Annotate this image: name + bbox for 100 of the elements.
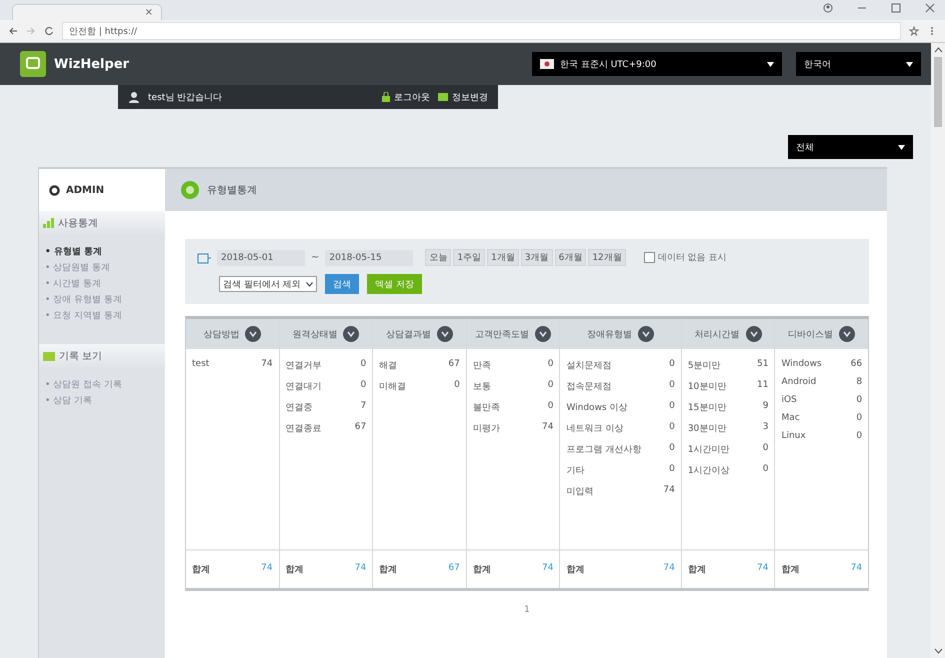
- table-cell: Mac: [781, 413, 800, 423]
- table-cell-text: 네트워크 이상: [566, 423, 624, 435]
- download-icon[interactable]: [437, 326, 454, 342]
- download-icon[interactable]: [343, 326, 360, 342]
- chevron-down-icon: [306, 282, 313, 286]
- table-cell-text: 미해결: [379, 381, 406, 393]
- user-icon: [128, 91, 140, 103]
- range-separator: ~: [311, 252, 320, 263]
- table-cell-text: 0: [669, 422, 675, 434]
- table-cell: 0: [856, 395, 862, 405]
- table-cell-text: 설치문제점: [566, 360, 612, 372]
- reload-icon[interactable]: [44, 26, 54, 36]
- date-to-field[interactable]: 2018-05-15: [325, 250, 414, 266]
- scroll-down-icon[interactable]: [934, 648, 942, 654]
- download-icon[interactable]: [839, 326, 856, 342]
- table-cell-text: 3: [762, 422, 768, 434]
- column-header: 디바이스별: [788, 328, 834, 340]
- table-cell-text: 67: [354, 422, 366, 434]
- timezone-select[interactable]: 한국 표준시 UTC+9:00: [532, 52, 782, 76]
- back-icon[interactable]: [8, 26, 18, 36]
- table-cell: Android: [781, 377, 816, 387]
- table-cell-text: 미평가: [472, 423, 500, 435]
- table-cell-text: 0: [669, 359, 675, 371]
- table-cell-text: 미입력: [566, 486, 594, 498]
- column-header: 원격상태별: [292, 328, 338, 340]
- address-bar[interactable]: 안전함 | https://: [62, 22, 901, 40]
- edit-info-link[interactable]: 정보변경: [438, 90, 488, 104]
- total-label: 합계: [286, 564, 304, 576]
- total-value: 74: [663, 563, 675, 575]
- table-cell-text: 10분미만: [688, 381, 726, 393]
- table-cell-text: 0: [762, 464, 768, 476]
- table-cell: iOS: [781, 395, 797, 405]
- date-from-field[interactable]: 2018-05-01: [217, 250, 305, 266]
- table-cell: test: [192, 359, 210, 369]
- period-button[interactable]: 12개월: [588, 249, 626, 266]
- scroll-up-icon[interactable]: [934, 47, 942, 53]
- table-cell-text: 7: [360, 401, 366, 413]
- close-icon[interactable]: [925, 2, 935, 12]
- scope-select[interactable]: 전체: [788, 135, 913, 159]
- download-icon[interactable]: [535, 326, 552, 342]
- table-cell: 8: [856, 377, 862, 387]
- sidebar-item[interactable]: • 유형별 통계: [45, 245, 165, 258]
- total-value: 74: [850, 563, 862, 575]
- checkbox[interactable]: [644, 252, 655, 263]
- calendar-icon[interactable]: [197, 252, 211, 264]
- account-icon[interactable]: [823, 2, 833, 12]
- total-value: 74: [756, 563, 768, 575]
- table-cell-text: 0: [360, 380, 366, 392]
- download-icon[interactable]: [746, 326, 762, 342]
- total-label: 합계: [688, 564, 706, 576]
- scrollbar[interactable]: [931, 43, 945, 658]
- logout-link[interactable]: 로그아웃: [382, 90, 430, 104]
- bar-chart-icon: [43, 218, 54, 228]
- table-cell-text: 1시간이상: [688, 465, 730, 477]
- table-cell: 74: [261, 359, 273, 369]
- period-button[interactable]: 1주일: [453, 249, 486, 266]
- total-label: 합계: [379, 564, 398, 576]
- period-button[interactable]: 오늘: [425, 249, 452, 266]
- table-cell-text: 0: [669, 401, 675, 413]
- page-link[interactable]: 1: [524, 605, 530, 615]
- star-icon[interactable]: [909, 26, 919, 36]
- filter-select[interactable]: 검색 필터에서 제외: [219, 276, 317, 292]
- total-value: 74: [261, 563, 273, 575]
- browser-tab[interactable]: ×: [12, 4, 162, 20]
- table-cell-text: 15분미만: [688, 402, 726, 414]
- column-header: 상담결과별: [386, 328, 432, 340]
- table-cell-text: 접속문제점: [566, 381, 612, 393]
- lock-icon: [382, 92, 390, 102]
- column-header: 상담방법: [203, 328, 240, 340]
- table-cell-text: 프로그램 개선사항: [566, 444, 642, 456]
- table-cell-text: 불만족: [472, 402, 500, 414]
- maximize-icon[interactable]: [891, 2, 901, 12]
- table-cell: 0: [856, 431, 862, 441]
- period-button[interactable]: 6개월: [554, 249, 586, 266]
- table-cell-text: 0: [548, 380, 554, 392]
- download-icon[interactable]: [245, 326, 262, 342]
- table-cell-text: 9: [762, 401, 768, 413]
- table-cell-text: 0: [669, 380, 675, 392]
- logo-text: WizHelper: [54, 56, 130, 72]
- table-cell-text: 74: [663, 485, 675, 497]
- total-label: 합계: [566, 564, 584, 576]
- table-cell-text: 0: [360, 359, 366, 371]
- period-button[interactable]: 3개월: [520, 249, 553, 266]
- table-cell-text: 0: [548, 401, 554, 413]
- period-button[interactable]: 1개월: [487, 249, 519, 266]
- greeting-text: test님 반갑습니다: [148, 92, 222, 104]
- table-cell-text: 67: [448, 359, 460, 371]
- search-button[interactable]: 검색: [325, 274, 359, 294]
- scroll-thumb[interactable]: [934, 57, 942, 127]
- language-select[interactable]: 한국어: [796, 52, 921, 76]
- logo-icon: [20, 51, 46, 77]
- flag-icon: [540, 59, 554, 69]
- table-cell-text: 0: [669, 464, 675, 476]
- table-cell-text: 보통: [472, 381, 491, 393]
- table-cell-text: 연결거부: [286, 360, 322, 372]
- column-header: 처리시간별: [694, 328, 740, 340]
- table-cell-text: 51: [756, 359, 768, 371]
- download-icon[interactable]: [638, 326, 654, 342]
- table-cell-text: 5분미만: [688, 360, 721, 372]
- table-cell-text: 0: [669, 443, 675, 455]
